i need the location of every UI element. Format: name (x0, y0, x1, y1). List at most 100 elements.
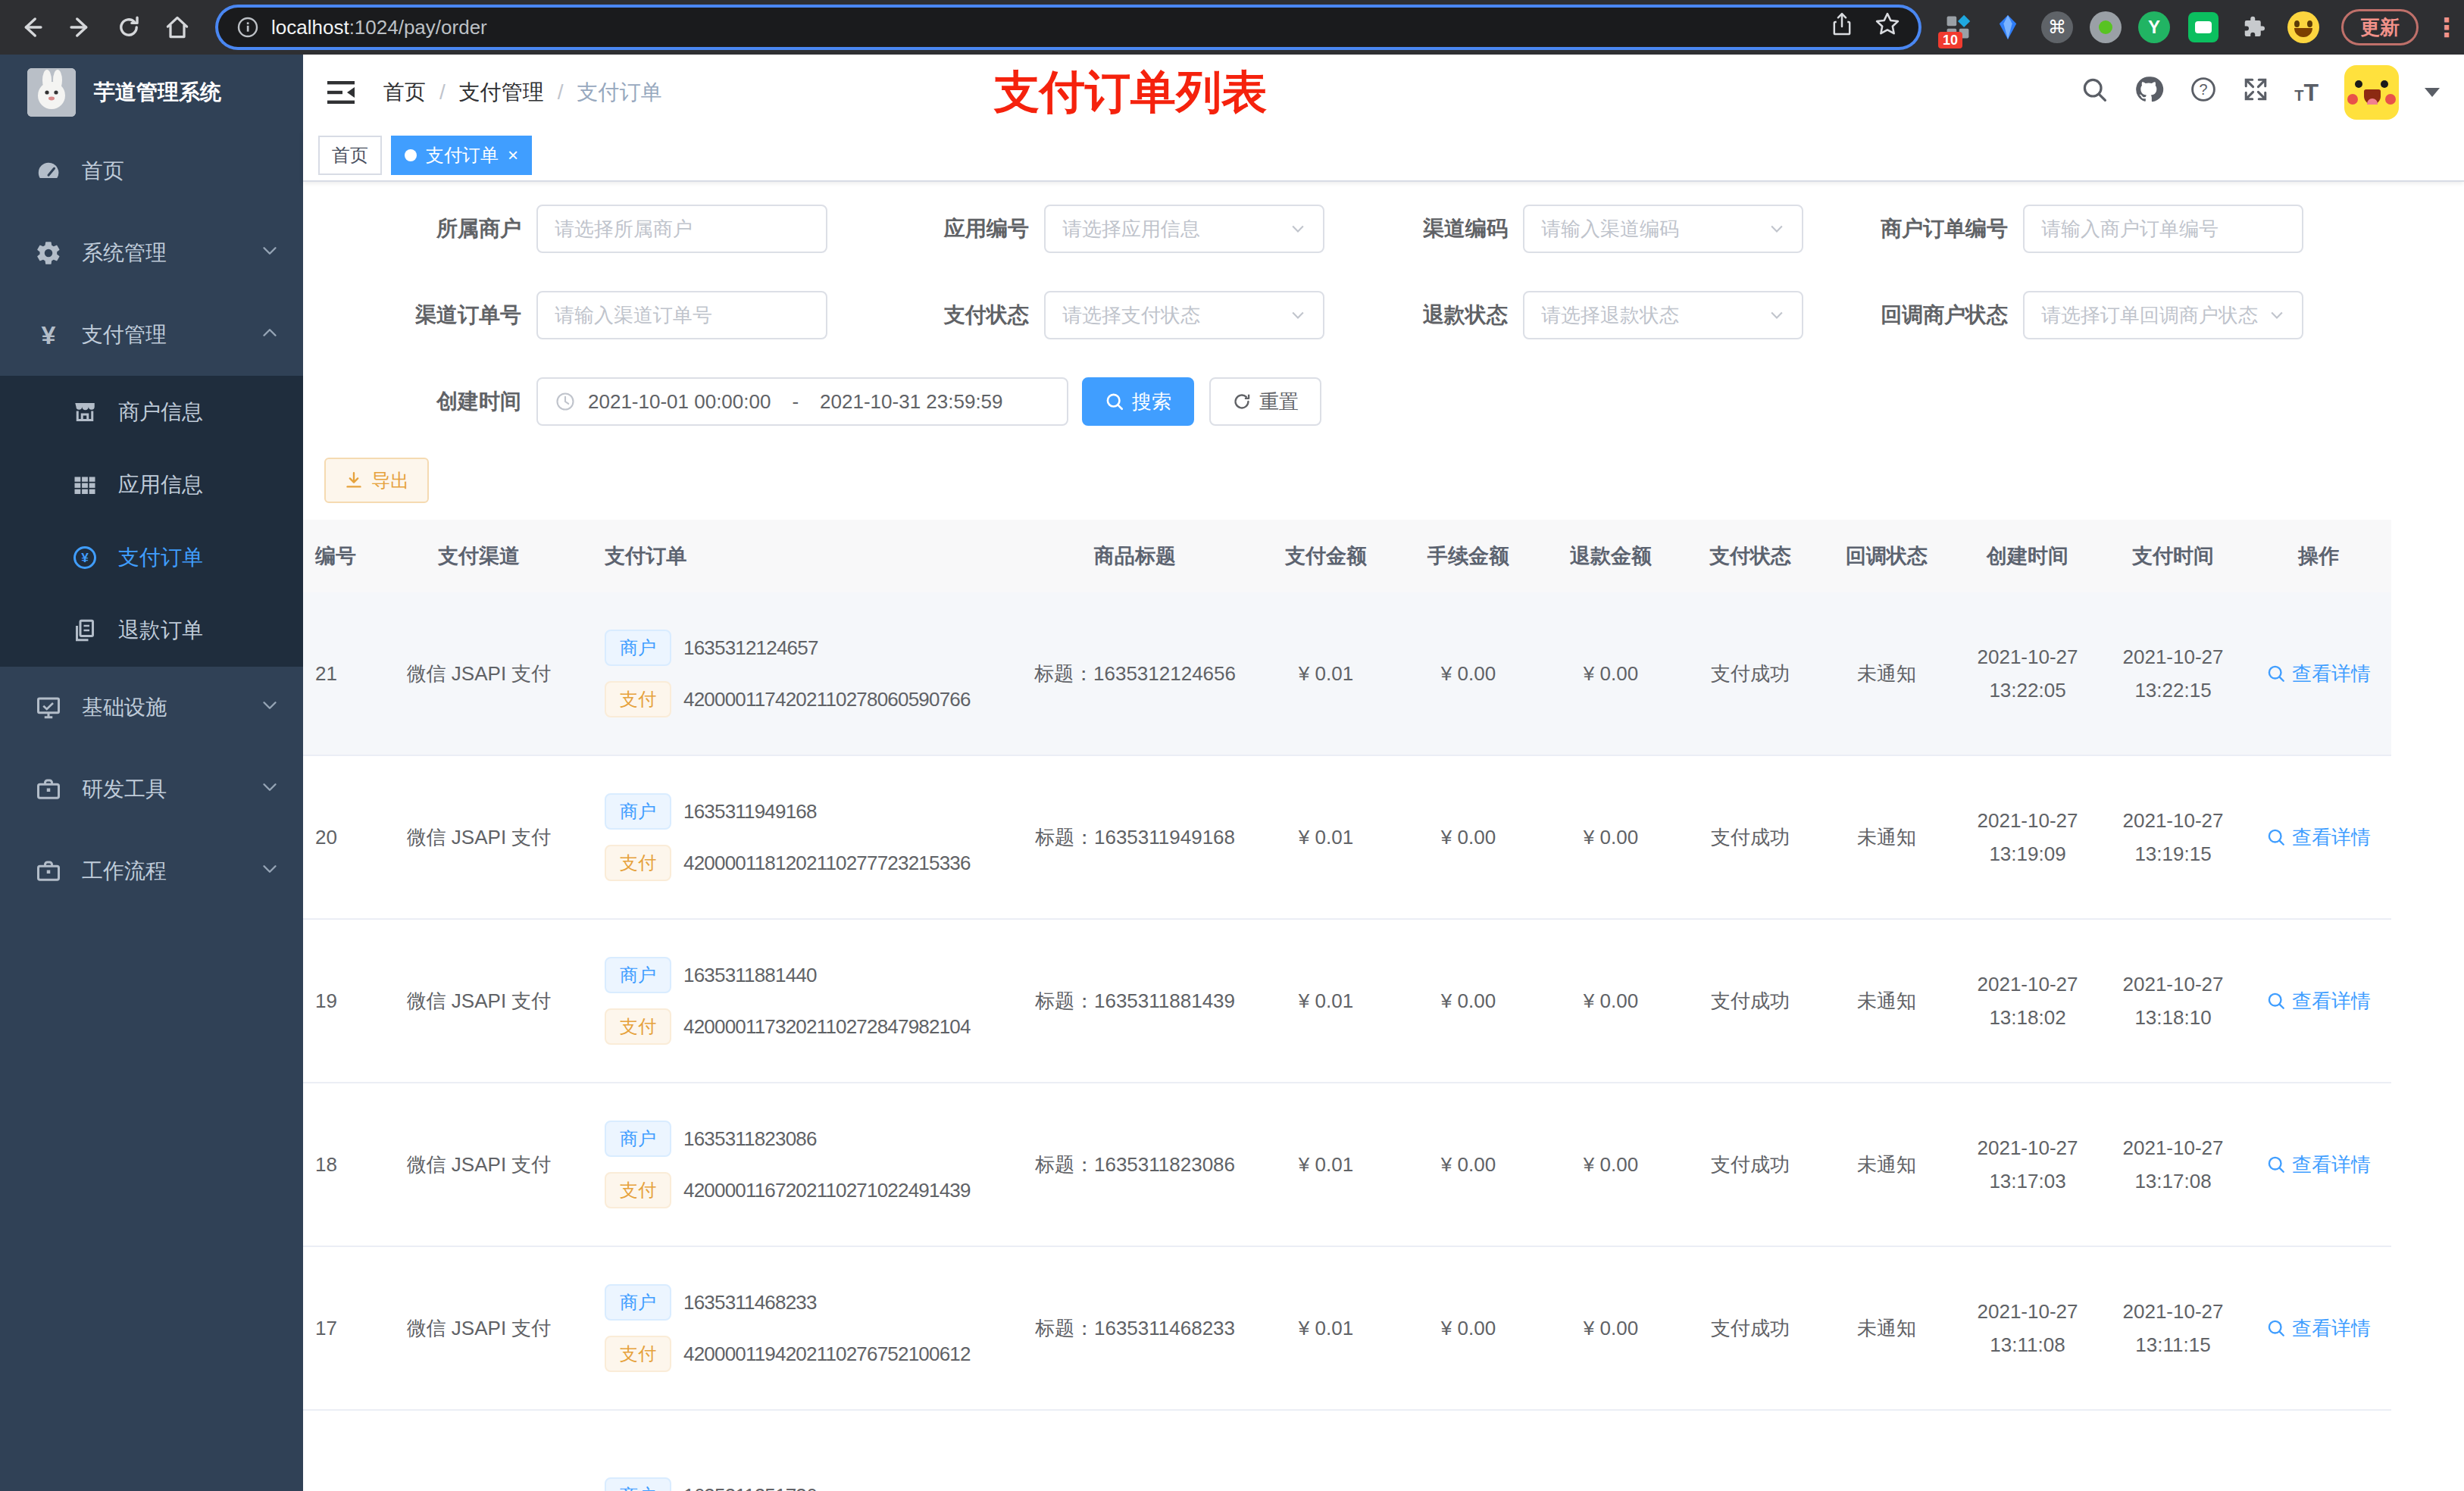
filter-label-create-time: 创建时间 (303, 387, 521, 416)
pay-amount: ¥ 0.01 (1255, 1311, 1397, 1345)
filter-label-merchant: 所属商户 (303, 214, 521, 243)
merchant-order-input[interactable] (2023, 205, 2303, 253)
extension-gem-icon[interactable] (1991, 11, 2025, 44)
create-time-range-picker[interactable]: 2021-10-01 00:00:00 - 2021-10-31 23:59:5… (536, 377, 1068, 426)
tab-home[interactable]: 首页 (318, 136, 382, 175)
pay-tag: 支付 (605, 1336, 671, 1372)
breadcrumb-pay[interactable]: 支付管理 (459, 78, 544, 107)
caret-down-icon[interactable] (2425, 88, 2440, 97)
reset-button[interactable]: 重置 (1209, 377, 1321, 426)
merchant-tag: 商户 (605, 630, 671, 666)
help-icon[interactable]: ? (2190, 76, 2217, 109)
magnifier-icon (2266, 1318, 2286, 1338)
monitor-icon (30, 694, 67, 721)
home-button[interactable] (158, 8, 197, 47)
reload-button[interactable] (109, 8, 149, 47)
bookmark-star-icon[interactable] (1875, 11, 1900, 43)
extensions-puzzle-icon[interactable] (2237, 11, 2270, 44)
pay-order-cell: 商户 1635311949168 支付 42000011812021102777… (583, 793, 1015, 881)
view-detail-link[interactable]: 查看详情 (2266, 1311, 2371, 1345)
sidebar-item-refund-order[interactable]: 退款订单 (0, 594, 303, 667)
channel-code-select[interactable]: 请输入渠道编码 (1523, 205, 1803, 253)
date-start[interactable]: 2021-10-01 00:00:00 (588, 390, 771, 414)
breadcrumb-home[interactable]: 首页 (383, 78, 426, 107)
merchant-input[interactable] (536, 205, 827, 253)
merchant-tag: 商户 (605, 1477, 671, 1491)
sidebar-item-app-info[interactable]: 应用信息 (0, 449, 303, 521)
sidebar-item-devtool[interactable]: 研发工具 (0, 749, 303, 830)
col-operation: 操作 (2246, 539, 2391, 573)
sidebar-item-infra[interactable]: 基础设施 (0, 667, 303, 749)
pay-order-cell: 商户 1635311823086 支付 42000011672021102710… (583, 1121, 1015, 1208)
table-row: 20 微信 JSAPI 支付 商户 1635311949168 支付 42000… (303, 756, 2391, 920)
font-size-icon[interactable]: TT (2294, 79, 2319, 107)
pay-channel: 微信 JSAPI 支付 (374, 1311, 583, 1345)
notify-status: 未通知 (1818, 1311, 1955, 1345)
fee-amount: ¥ 0.00 (1397, 821, 1540, 854)
pay-submenu: 商户信息 应用信息 ¥ 支付订单 退款订单 (0, 376, 303, 667)
search-button[interactable]: 搜索 (1082, 377, 1194, 426)
view-detail-link[interactable]: 查看详情 (2266, 821, 2371, 854)
extension-y-icon[interactable]: Y (2138, 11, 2170, 43)
address-bar[interactable]: localhost:1024/pay/order (218, 8, 1918, 47)
pay-status: 支付成功 (1682, 821, 1818, 854)
fullscreen-icon[interactable] (2243, 77, 2269, 108)
search-icon (1105, 392, 1124, 411)
page-title: 支付订单列表 (994, 62, 1267, 123)
profile-avatar-icon[interactable] (2287, 11, 2320, 44)
select-arrow-icon (1768, 215, 1785, 243)
refund-status-select[interactable]: 请选择退款状态 (1523, 291, 1803, 339)
tags-view: 首页 支付订单× (303, 130, 2464, 182)
view-detail-link[interactable]: 查看详情 (2266, 984, 2371, 1017)
tab-pay-order[interactable]: 支付订单× (391, 136, 532, 175)
col-notify: 回调状态 (1818, 539, 1955, 573)
col-id: 编号 (303, 539, 374, 573)
order-id: 19 (303, 984, 374, 1017)
app-title: 芋道管理系统 (94, 78, 221, 107)
browser-menu-icon[interactable]: ⋮ (2434, 12, 2459, 42)
refund-amount: ¥ 0.00 (1540, 1311, 1682, 1345)
sidebar-item-workflow[interactable]: 工作流程 (0, 830, 303, 912)
table-header: 编号 支付渠道 支付订单 商品标题 支付金额 手续金额 退款金额 支付状态 回调… (303, 520, 2391, 592)
sidebar-item-pay[interactable]: ¥ 支付管理 (0, 294, 303, 376)
col-channel: 支付渠道 (374, 539, 583, 573)
url-text[interactable]: localhost:1024/pay/order (271, 16, 487, 39)
view-detail-link[interactable]: 查看详情 (2266, 657, 2371, 690)
extension-chat-icon[interactable] (2187, 11, 2220, 44)
table-row: 19 微信 JSAPI 支付 商户 1635311881440 支付 42000… (303, 920, 2391, 1083)
browser-toolbar: localhost:1024/pay/order 10 ⌘ (0, 0, 2464, 55)
app-logo[interactable]: 芋道管理系统 (0, 55, 303, 130)
sidebar-item-home[interactable]: 首页 (0, 130, 303, 212)
github-icon[interactable] (2134, 74, 2164, 111)
pay-channel: 微信 JSAPI 支付 (374, 821, 583, 854)
share-icon[interactable] (1831, 12, 1853, 42)
sidebar-item-system[interactable]: 系统管理 (0, 212, 303, 294)
sidebar-item-merchant-info[interactable]: 商户信息 (0, 376, 303, 449)
back-button[interactable] (12, 8, 52, 47)
table-row: 18 微信 JSAPI 支付 商户 1635311823086 支付 42000… (303, 1083, 2391, 1247)
merchant-order-no: 1635311949168 (683, 795, 817, 828)
extension-command-icon[interactable]: ⌘ (2041, 11, 2073, 43)
search-icon[interactable] (2081, 76, 2108, 109)
site-info-icon[interactable] (236, 16, 259, 39)
extension-dot-icon[interactable] (2090, 11, 2122, 43)
sidebar-fold-icon[interactable] (326, 77, 356, 108)
merchant-tag: 商户 (605, 793, 671, 830)
tab-close-icon[interactable]: × (508, 146, 518, 164)
view-detail-link[interactable]: 查看详情 (2266, 1148, 2371, 1181)
channel-order-input[interactable] (536, 291, 827, 339)
app-select[interactable]: 请选择应用信息 (1044, 205, 1324, 253)
table-body: 21 微信 JSAPI 支付 商户 1635312124657 支付 42000… (303, 592, 2391, 1411)
pay-channel: 微信 JSAPI 支付 (374, 657, 583, 690)
sidebar-item-pay-order[interactable]: ¥ 支付订单 (0, 521, 303, 594)
forward-button[interactable] (61, 8, 100, 47)
notify-status-select[interactable]: 请选择订单回调商户状态 (2023, 291, 2303, 339)
export-button[interactable]: 导出 (324, 458, 429, 503)
date-end[interactable]: 2021-10-31 23:59:59 (820, 390, 1002, 414)
browser-update-button[interactable]: 更新 (2341, 9, 2419, 45)
pay-status-select[interactable]: 请选择支付状态 (1044, 291, 1324, 339)
tab-active-dot (405, 149, 417, 161)
select-arrow-icon (1290, 302, 1306, 330)
user-avatar[interactable] (2344, 65, 2399, 120)
extension-blocks-icon[interactable]: 10 (1941, 11, 1975, 44)
